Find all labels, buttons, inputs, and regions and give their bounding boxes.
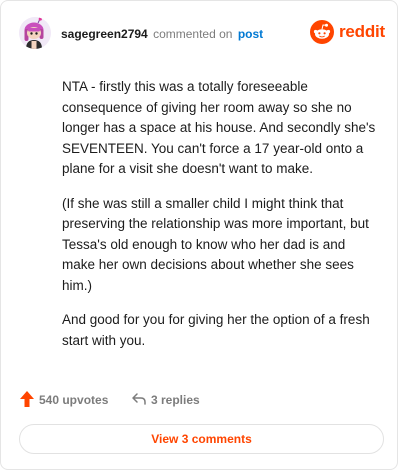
comment-paragraph: NTA - firstly this was a totally foresee… bbox=[62, 79, 376, 176]
comment-meta: sagegreen2794 commented on post bbox=[61, 27, 263, 41]
username-link[interactable]: sagegreen2794 bbox=[61, 27, 148, 41]
avatar-icon bbox=[19, 17, 51, 49]
comment-header: sagegreen2794 commented on post reddit bbox=[19, 17, 385, 51]
upvote-count: 540 upvotes bbox=[39, 393, 109, 407]
post-link[interactable]: post bbox=[238, 27, 263, 41]
user-avatar[interactable] bbox=[19, 17, 51, 49]
reddit-logo[interactable]: reddit bbox=[309, 18, 385, 46]
comment-body: NTA - firstly this was a totally foresee… bbox=[62, 77, 378, 365]
comment-paragraph: (If she was still a smaller child I migh… bbox=[62, 195, 369, 293]
view-comments-button[interactable]: View 3 comments bbox=[19, 424, 384, 454]
comment-paragraph: And good for you for giving her the opti… bbox=[62, 312, 370, 348]
reddit-snoo-icon bbox=[309, 20, 334, 44]
reply-count[interactable]: 3 replies bbox=[151, 393, 200, 407]
commented-on-label: commented on bbox=[153, 27, 233, 41]
comment-actions: 540 upvotes 3 replies bbox=[19, 390, 385, 410]
reply-icon[interactable] bbox=[131, 391, 147, 412]
upvote-arrow-icon[interactable] bbox=[19, 390, 35, 413]
comment-card: sagegreen2794 commented on post reddit N… bbox=[0, 0, 398, 470]
reddit-wordmark: reddit bbox=[338, 22, 385, 41]
